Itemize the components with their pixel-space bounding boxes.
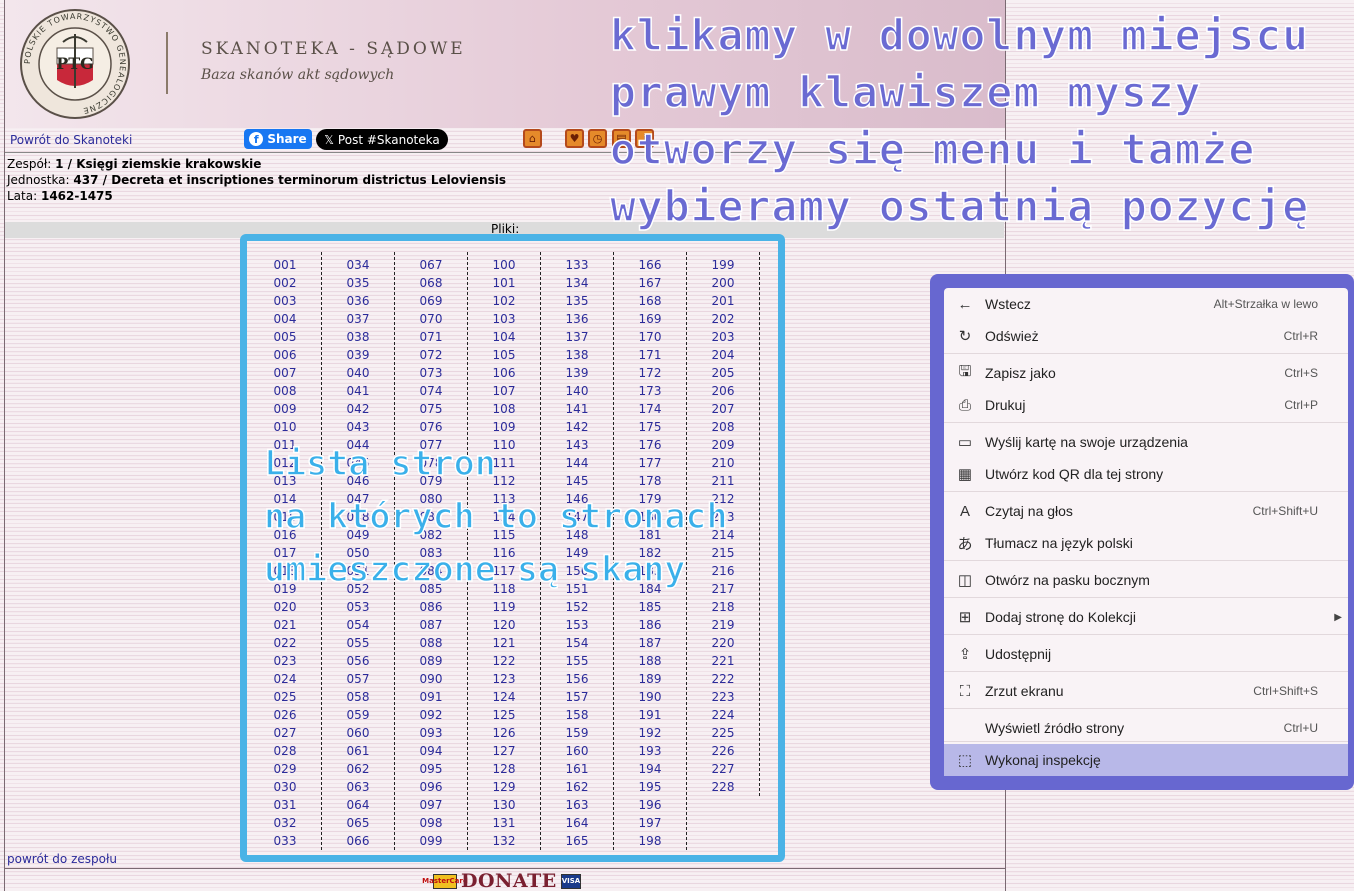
menu-separator bbox=[944, 708, 1348, 709]
context-menu: ← Wstecz Alt+Strzałka w lewo ↻ Odśwież Ctrl+R… bbox=[944, 288, 1348, 776]
menu-separator bbox=[944, 491, 1348, 492]
menu-item-label: Odśwież bbox=[985, 328, 1039, 344]
read-aloud-icon: A bbox=[959, 502, 970, 520]
menu-item-2[interactable]: ↻ Odśwież Ctrl+R bbox=[944, 320, 1348, 352]
menu-item-label: Drukuj bbox=[985, 397, 1026, 413]
menu-item-label: Wyślij kartę na swoje urządzenia bbox=[985, 434, 1188, 450]
map-icon[interactable]: ♥ bbox=[565, 129, 584, 148]
site-title: SKANOTEKA - SĄDOWE bbox=[201, 39, 466, 59]
menu-item-label: Zrzut ekranu bbox=[985, 683, 1064, 699]
menu-item-label: Wstecz bbox=[985, 296, 1031, 312]
screenshot-icon: ⛶ bbox=[959, 682, 971, 700]
menu-item-label: Dodaj stronę do Kolekcji bbox=[985, 609, 1136, 625]
post-label: Post #Skanoteka bbox=[337, 132, 440, 147]
sidebar-icon: ◫ bbox=[957, 572, 973, 589]
qr-code-icon: ▦ bbox=[957, 466, 973, 483]
menu-item-label: Wykonaj inspekcję bbox=[985, 752, 1101, 768]
back-arrow-icon: ← bbox=[957, 295, 973, 313]
menu-item-shortcut: Ctrl+U bbox=[1283, 721, 1318, 735]
donate-button[interactable]: MasterCard DONATE VISA bbox=[422, 870, 582, 891]
menu-item-4[interactable]: ⎙ Drukuj Ctrl+P bbox=[944, 389, 1348, 421]
send-tab-icon: ▭ bbox=[957, 434, 973, 451]
site-subtitle: Baza skanów akt sądowych bbox=[201, 67, 395, 83]
zespol-row: Zespół: 1 / Księgi ziemskie krakowskie bbox=[7, 157, 262, 171]
menu-item-9[interactable]: ◫ Otwórz na pasku bocznym bbox=[944, 564, 1348, 596]
print-icon: ⎙ bbox=[958, 396, 971, 414]
menu-item-14[interactable]: ⬚ Wykonaj inspekcję bbox=[944, 744, 1348, 776]
annotation-file-list: Lista stron na których to stronach umies… bbox=[263, 443, 728, 591]
menu-item-label: Wyświetl źródło strony bbox=[985, 720, 1125, 736]
collections-icon: ⊞ bbox=[958, 609, 972, 626]
share-label: Share bbox=[267, 132, 307, 146]
menu-item-shortcut: Ctrl+R bbox=[1283, 329, 1318, 343]
menu-item-8[interactable]: あ Tłumacz na język polski bbox=[944, 527, 1348, 559]
jednostka-value: 437 / Decreta et inscriptiones terminoru… bbox=[73, 173, 506, 187]
clock-icon[interactable]: ◷ bbox=[588, 129, 607, 148]
refresh-icon: ↻ bbox=[958, 328, 972, 345]
save-as-icon: 🖫 bbox=[958, 362, 972, 380]
inspect-icon: ⬚ bbox=[957, 752, 973, 769]
facebook-icon: f bbox=[249, 132, 264, 146]
menu-item-label: Zapisz jako bbox=[985, 365, 1056, 381]
jednostka-row: Jednostka: 437 / Decreta et inscriptione… bbox=[7, 173, 506, 187]
visa-icon: VISA bbox=[560, 873, 582, 889]
share-icon: ⇪ bbox=[958, 646, 972, 663]
menu-item-label: Otwórz na pasku bocznym bbox=[985, 572, 1150, 588]
translate-icon: あ bbox=[957, 535, 973, 553]
menu-item-label: Udostępnij bbox=[985, 646, 1052, 662]
menu-item-shortcut: Ctrl+Shift+U bbox=[1252, 504, 1318, 518]
menu-item-5[interactable]: ▭ Wyślij kartę na swoje urządzenia bbox=[944, 426, 1348, 458]
logo-monogram: PTG bbox=[56, 54, 94, 73]
facebook-share-button[interactable]: f Share bbox=[244, 129, 312, 149]
menu-item-10[interactable]: ⊞ Dodaj stronę do Kolekcji ▶ bbox=[944, 601, 1348, 633]
menu-item-3[interactable]: 🖫 Zapisz jako Ctrl+S bbox=[944, 357, 1348, 389]
menu-separator bbox=[944, 597, 1348, 598]
donate-label: DONATE bbox=[461, 870, 557, 891]
menu-item-label: Czytaj na głos bbox=[985, 503, 1073, 519]
back-to-team-link[interactable]: powrót do zespołu bbox=[7, 852, 117, 866]
menu-item-label: Tłumacz na język polski bbox=[985, 535, 1133, 551]
header-divider bbox=[166, 32, 168, 94]
menu-separator bbox=[944, 353, 1348, 354]
footer-divider bbox=[5, 868, 1005, 869]
mastercard-icon: MasterCard bbox=[422, 873, 468, 889]
menu-item-shortcut: Ctrl+S bbox=[1284, 366, 1318, 380]
x-post-button[interactable]: 𝕏 Post #Skanoteka bbox=[316, 129, 448, 150]
menu-item-1[interactable]: ← Wstecz Alt+Strzałka w lewo bbox=[944, 288, 1348, 320]
zespol-value: 1 / Księgi ziemskie krakowskie bbox=[55, 157, 262, 171]
menu-item-6[interactable]: ▦ Utwórz kod QR dla tej strony bbox=[944, 458, 1348, 490]
menu-item-shortcut: Ctrl+P bbox=[1284, 398, 1318, 412]
menu-separator bbox=[944, 671, 1348, 672]
x-icon: 𝕏 bbox=[324, 132, 334, 147]
menu-item-shortcut: Ctrl+Shift+S bbox=[1253, 684, 1318, 698]
submenu-arrow-icon: ▶ bbox=[1334, 611, 1342, 623]
menu-item-label: Utwórz kod QR dla tej strony bbox=[985, 466, 1164, 482]
back-to-skanoteka-link[interactable]: Powrót do Skanoteki bbox=[10, 133, 132, 147]
annotation-instructions: klikamy w dowolnym miejscu prawym klawis… bbox=[609, 10, 1310, 233]
menu-item-7[interactable]: A Czytaj na głos Ctrl+Shift+U bbox=[944, 495, 1348, 527]
menu-item-11[interactable]: ⇪ Udostępnij bbox=[944, 638, 1348, 670]
menu-separator bbox=[944, 422, 1348, 423]
home-icon[interactable]: ⌂ bbox=[523, 129, 542, 148]
menu-item-12[interactable]: ⛶ Zrzut ekranu Ctrl+Shift+S bbox=[944, 675, 1348, 707]
menu-item-shortcut: Alt+Strzałka w lewo bbox=[1213, 297, 1318, 311]
lata-value: 1462-1475 bbox=[40, 189, 113, 203]
menu-separator bbox=[944, 634, 1348, 635]
ptg-logo: PTG POLSKIE TOWARZYSTWO GENEALOGICZNE bbox=[20, 9, 130, 119]
menu-separator bbox=[944, 560, 1348, 561]
unit-info: Zespół: 1 / Księgi ziemskie krakowskie J… bbox=[7, 156, 506, 204]
lata-row: Lata: 1462-1475 bbox=[7, 189, 113, 203]
menu-item-13[interactable]: Wyświetl źródło strony Ctrl+U bbox=[944, 712, 1348, 744]
